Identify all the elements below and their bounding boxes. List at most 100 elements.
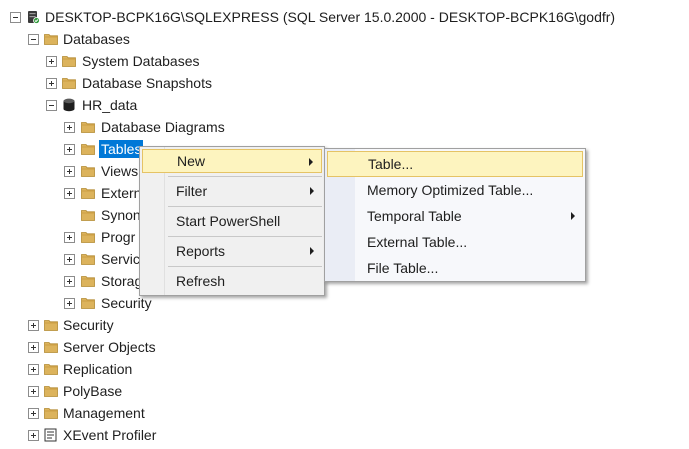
tree-node-tables[interactable]: Tables: [0, 138, 150, 160]
database-diagrams-label: Database Diagrams: [101, 119, 225, 135]
external-label: Extern: [101, 185, 142, 201]
collapse-icon[interactable]: [28, 34, 39, 45]
menu-item-label: File Table...: [367, 260, 439, 276]
folder-icon: [81, 165, 95, 177]
expand-icon[interactable]: [28, 320, 39, 331]
menu-item-label: Filter: [176, 183, 208, 199]
expand-icon[interactable]: [64, 144, 75, 155]
folder-icon: [62, 77, 76, 89]
views-label: Views: [101, 163, 139, 179]
tree-node-external-resources[interactable]: Extern: [0, 182, 150, 204]
folder-icon: [81, 253, 95, 265]
xevent-profiler-icon: [44, 428, 57, 442]
tree-node-views[interactable]: Views: [0, 160, 150, 182]
server-icon: [28, 11, 40, 24]
menu-item-filter[interactable]: Filter: [142, 179, 322, 203]
xevent-profiler-label: XEvent Profiler: [63, 427, 157, 443]
security-label: Security: [63, 317, 114, 333]
folder-icon: [81, 275, 95, 287]
menu-item-reports[interactable]: Reports: [142, 239, 322, 263]
expand-icon[interactable]: [64, 254, 75, 265]
expand-icon[interactable]: [28, 386, 39, 397]
menu-item-label: New: [177, 153, 206, 169]
management-label: Management: [63, 405, 145, 421]
tree-node-database-diagrams[interactable]: Database Diagrams: [0, 116, 240, 138]
tree-node-hr-data[interactable]: HR_data: [0, 94, 200, 116]
system-databases-label: System Databases: [82, 53, 200, 69]
folder-icon: [44, 319, 58, 331]
tree-node-databases[interactable]: Databases: [0, 28, 200, 50]
folder-icon: [44, 33, 58, 45]
folder-icon: [44, 385, 58, 397]
expand-icon[interactable]: [28, 408, 39, 419]
expand-icon[interactable]: [28, 342, 39, 353]
submenu-item-memory-optimized-table[interactable]: Memory Optimized Table...: [327, 177, 583, 203]
tree-node-server[interactable]: DESKTOP-BCPK16G\SQLEXPRESS (SQL Server 1…: [0, 6, 689, 28]
submenu-arrow-icon: [310, 187, 314, 195]
menu-item-new[interactable]: New: [142, 149, 322, 173]
folder-icon: [44, 363, 58, 375]
service-label: Servic: [101, 251, 140, 267]
storage-label: Storag: [101, 273, 143, 289]
expand-icon[interactable]: [64, 298, 75, 309]
folder-icon: [81, 297, 95, 309]
folder-icon: [62, 55, 76, 67]
submenu-item-external-table[interactable]: External Table...: [327, 229, 583, 255]
folder-icon: [44, 341, 58, 353]
menu-item-refresh[interactable]: Refresh: [142, 269, 322, 293]
menu-separator: [168, 176, 322, 177]
menu-separator: [168, 236, 322, 237]
folder-icon: [81, 143, 95, 155]
folder-icon: [44, 407, 58, 419]
menu-separator: [168, 206, 322, 207]
expand-icon[interactable]: [46, 56, 57, 67]
server-label: DESKTOP-BCPK16G\SQLEXPRESS (SQL Server 1…: [45, 9, 616, 25]
synonyms-label: Synon: [101, 207, 141, 223]
folder-icon: [81, 121, 95, 133]
expand-icon[interactable]: [28, 430, 39, 441]
menu-item-label: Start PowerShell: [176, 213, 281, 229]
expand-icon[interactable]: [64, 276, 75, 287]
collapse-icon[interactable]: [10, 12, 21, 23]
tree-node-storage[interactable]: Storag: [0, 270, 150, 292]
tree-node-server-objects[interactable]: Server Objects: [0, 336, 200, 358]
menu-item-label: Reports: [176, 243, 226, 259]
submenu-arrow-icon: [310, 247, 314, 255]
tree-node-database-snapshots[interactable]: Database Snapshots: [0, 72, 240, 94]
expand-icon[interactable]: [28, 364, 39, 375]
tree-node-service-broker[interactable]: Servic: [0, 248, 150, 270]
menu-separator: [168, 266, 322, 267]
tables-label: Tables: [99, 140, 144, 158]
tree-node-replication[interactable]: Replication: [0, 358, 200, 380]
database-snapshots-label: Database Snapshots: [82, 75, 212, 91]
tree-node-xevent-profiler[interactable]: XEvent Profiler: [0, 424, 200, 446]
menu-item-label: Memory Optimized Table...: [367, 182, 534, 198]
tree-node-security[interactable]: Security: [0, 314, 200, 336]
menu-item-label: External Table...: [367, 234, 468, 250]
folder-icon: [81, 209, 95, 221]
tree-node-system-databases[interactable]: System Databases: [0, 50, 240, 72]
replication-label: Replication: [63, 361, 133, 377]
collapse-icon[interactable]: [46, 100, 57, 111]
expand-icon[interactable]: [64, 188, 75, 199]
expand-icon[interactable]: [64, 122, 75, 133]
programmability-label: Progr: [101, 229, 136, 245]
tree-node-programmability[interactable]: Progr: [0, 226, 150, 248]
expand-icon[interactable]: [46, 78, 57, 89]
menu-item-start-powershell[interactable]: Start PowerShell: [142, 209, 322, 233]
tree-node-polybase[interactable]: PolyBase: [0, 380, 200, 402]
submenu-item-table[interactable]: Table...: [327, 151, 583, 177]
folder-icon: [81, 187, 95, 199]
tree-node-management[interactable]: Management: [0, 402, 200, 424]
context-menu: New Filter Start PowerShell Reports Refr…: [139, 146, 325, 296]
submenu-item-file-table[interactable]: File Table...: [327, 255, 583, 281]
hr-data-label: HR_data: [82, 97, 138, 113]
folder-icon: [81, 231, 95, 243]
expand-icon[interactable]: [64, 166, 75, 177]
submenu-item-temporal-table[interactable]: Temporal Table: [327, 203, 583, 229]
server-objects-label: Server Objects: [63, 339, 156, 355]
menu-item-label: Temporal Table: [367, 208, 462, 224]
menu-item-label: Refresh: [176, 273, 226, 289]
expand-icon[interactable]: [64, 232, 75, 243]
tree-node-synonyms[interactable]: Synon: [0, 204, 150, 226]
